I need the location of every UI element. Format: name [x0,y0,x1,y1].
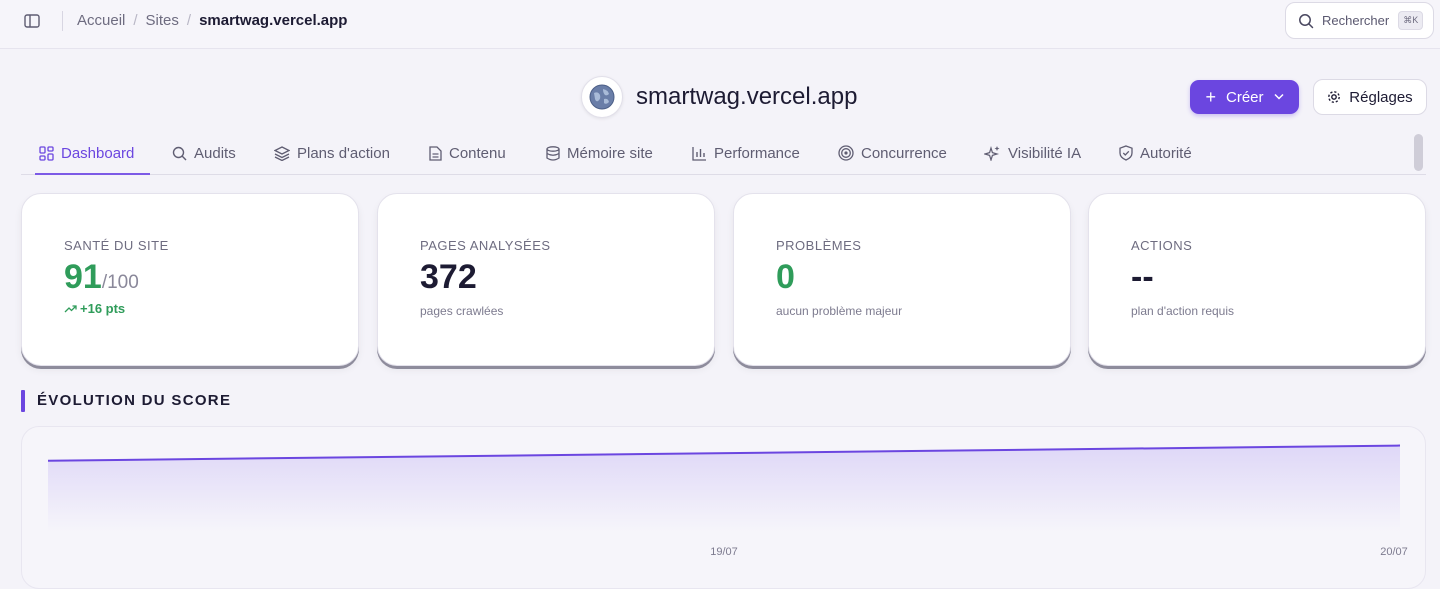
card-value: 372 [420,258,477,296]
problems-card: PROBLÈMES 0 aucun problème majeur [733,193,1071,366]
health-score: 91 [64,258,102,296]
bar-chart-icon [692,146,707,161]
tab-content[interactable]: Contenu [429,132,506,174]
card-title: PAGES ANALYSÉES [420,238,551,253]
plus-icon: + [1205,87,1216,107]
create-button[interactable]: + Créer [1190,80,1299,114]
gear-icon [1327,90,1341,104]
card-value: -- [1131,258,1154,296]
card-title: SANTÉ DU SITE [64,238,169,253]
tab-competition[interactable]: Concurrence [838,132,947,174]
tab-performance[interactable]: Performance [692,132,800,174]
card-title: PROBLÈMES [776,238,862,253]
tab-label: Dashboard [61,144,135,162]
settings-button[interactable]: Réglages [1313,79,1427,115]
tab-label: Contenu [449,144,506,162]
tab-label: Plans d'action [297,144,390,162]
settings-label: Réglages [1349,88,1413,106]
tab-label: Mémoire site [567,144,653,162]
card-subtitle: pages crawlées [420,304,504,318]
divider [62,11,63,31]
search-icon [1298,13,1314,29]
breadcrumb-separator: / [133,12,138,29]
tab-ai-visibility[interactable]: Visibilité IA [984,132,1081,174]
x-tick-label: 19/07 [710,546,738,558]
globe-icon [589,84,615,110]
scrollbar-thumb[interactable] [1414,134,1423,171]
score-chart: 19/07 20/07 [21,426,1426,589]
create-label: Créer [1226,88,1264,106]
tab-label: Performance [714,144,800,162]
trend-value: +16 pts [80,301,126,316]
score-chart-svg: 19/07 20/07 [47,444,1408,558]
chevron-down-icon [1273,92,1284,103]
tab-label: Visibilité IA [1008,144,1082,162]
section-title: ÉVOLUTION DU SCORE [37,392,232,409]
trending-up-icon [64,304,77,313]
health-score-suffix: /100 [101,272,139,293]
card-title: ACTIONS [1131,238,1193,253]
breadcrumb: Accueil / Sites / smartwag.vercel.app [77,12,347,29]
breadcrumb-home[interactable]: Accueil [77,12,125,29]
tab-label: Audits [194,144,236,162]
tab-site-memory[interactable]: Mémoire site [546,132,653,174]
actions-card: ACTIONS -- plan d'action requis [1088,193,1426,366]
pages-analyzed-card: PAGES ANALYSÉES 372 pages crawlées [377,193,715,366]
sparkles-icon [984,145,1001,161]
search-button[interactable]: Rechercher ⌘K [1285,2,1434,39]
site-health-card: SANTÉ DU SITE 91/100 +16 pts [21,193,359,366]
card-subtitle: aucun problème majeur [776,304,903,318]
page-title: smartwag.vercel.app [636,83,858,110]
search-icon [172,146,187,161]
file-text-icon [429,145,442,161]
tab-audits[interactable]: Audits [172,132,236,174]
site-favicon [581,76,623,118]
layout-dashboard-icon [39,145,54,161]
card-value: 0 [776,258,795,296]
tab-bar: Dashboard Audits Plans d'action Contenu … [21,132,1426,175]
database-icon [546,145,560,161]
x-tick-label: 20/07 [1380,546,1408,558]
target-icon [838,145,854,161]
card-subtitle: plan d'action requis [1131,304,1235,318]
layers-icon [274,145,290,161]
search-shortcut: ⌘K [1398,11,1424,30]
health-trend: +16 pts [64,301,125,316]
breadcrumb-current: smartwag.vercel.app [199,12,348,29]
shield-icon [1119,145,1133,161]
tab-action-plans[interactable]: Plans d'action [274,132,390,174]
breadcrumb-separator: / [186,12,192,29]
search-label: Rechercher [1322,13,1390,28]
card-value: 91/100 [64,258,139,297]
section-accent-bar [21,390,25,412]
tab-dashboard[interactable]: Dashboard [34,132,151,175]
breadcrumb-sites[interactable]: Sites [146,12,179,29]
top-bar: Accueil / Sites / smartwag.vercel.app Re… [0,0,1440,49]
sidebar-toggle-icon[interactable] [22,12,42,30]
tab-label: Concurrence [861,144,947,162]
tab-authority[interactable]: Autorité [1119,132,1192,174]
tab-label: Autorité [1140,144,1192,162]
